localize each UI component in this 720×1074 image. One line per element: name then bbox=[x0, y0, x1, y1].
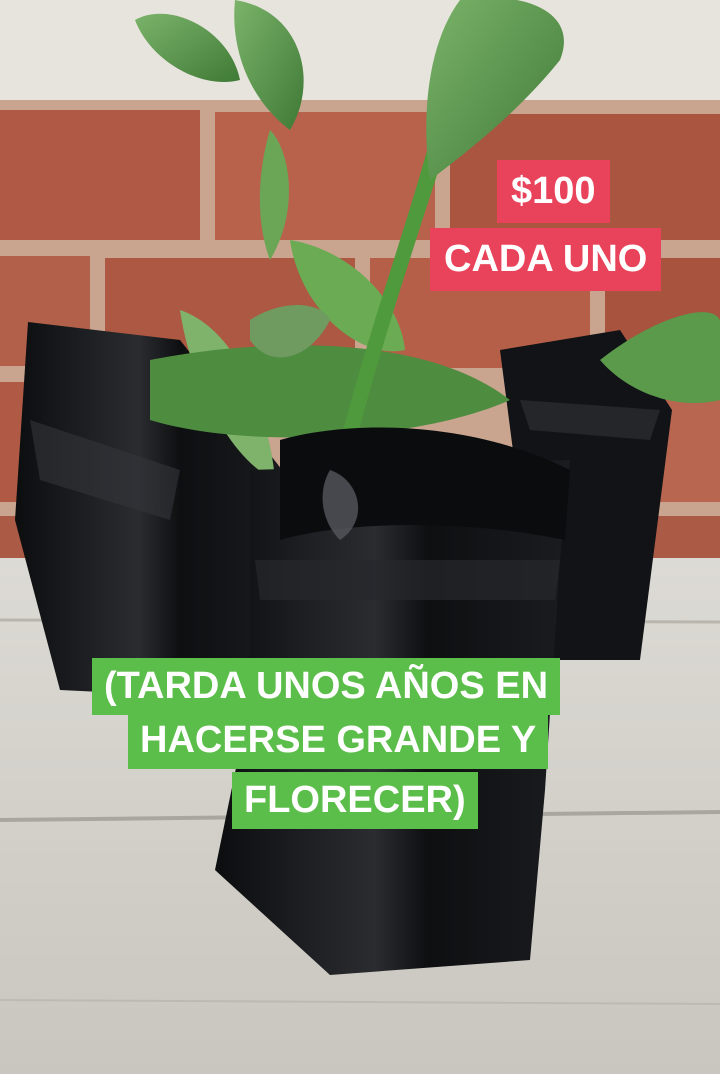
growth-note-line-1: (TARDA UNOS AÑOS EN bbox=[92, 658, 561, 715]
product-photo bbox=[0, 0, 720, 1074]
growth-note-line-3: FLORECER) bbox=[232, 772, 478, 829]
price-label: $100 bbox=[497, 160, 610, 223]
wall bbox=[0, 0, 720, 110]
growth-note-line-2: HACERSE GRANDE Y bbox=[128, 712, 549, 769]
price-unit-label: CADA UNO bbox=[430, 228, 662, 291]
